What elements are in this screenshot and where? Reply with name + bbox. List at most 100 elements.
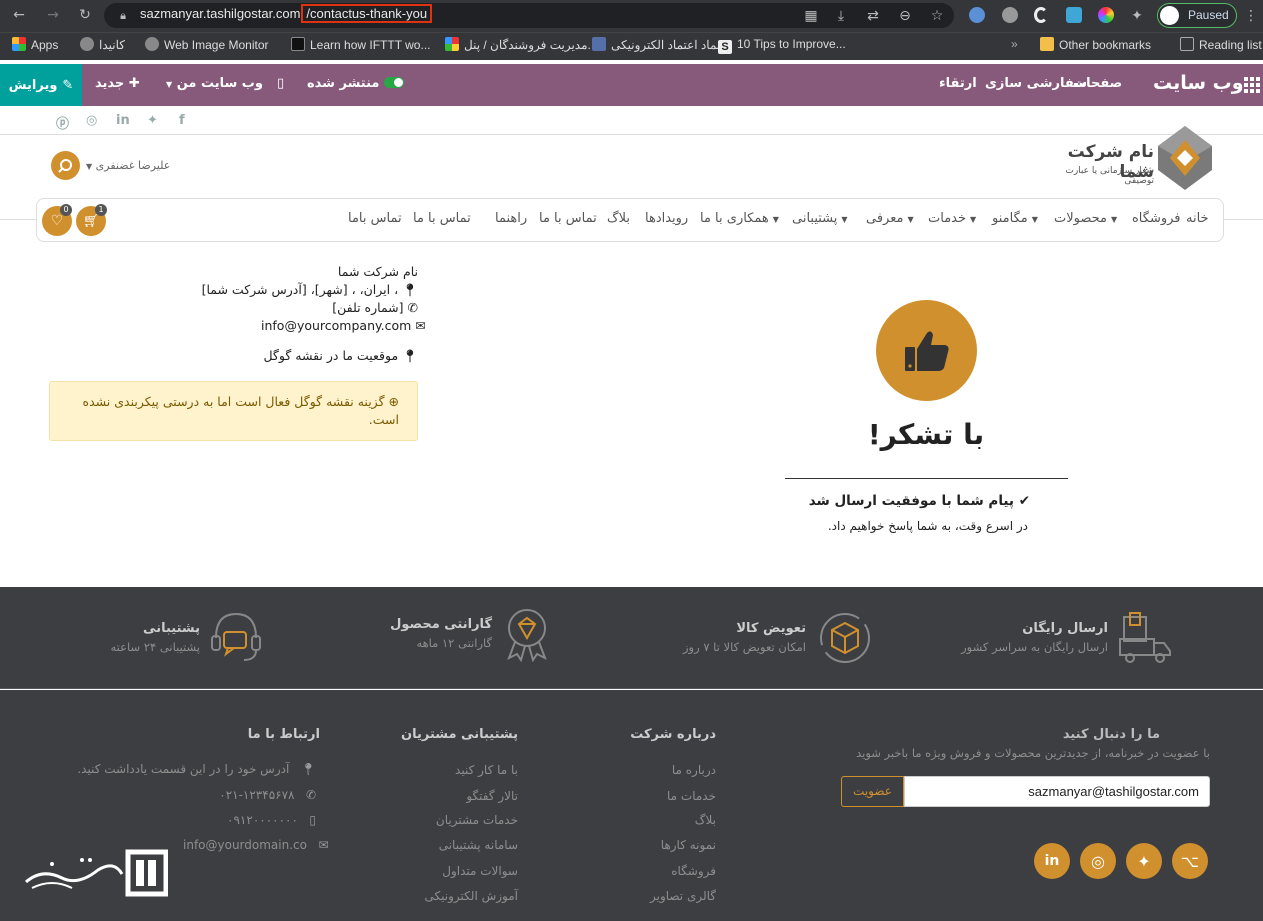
footer-link[interactable]: فروشگاه — [600, 864, 716, 878]
contact-map-link[interactable]: 📍︎ موقعیت ما در نقشه گوگل — [250, 348, 418, 364]
nav-events[interactable]: رویدادها — [645, 211, 688, 226]
nav-blog[interactable]: بلاگ — [607, 211, 630, 226]
bookmark-item[interactable]: Learn how IFTTT wo... — [291, 37, 431, 52]
nav-support[interactable]: پشتیبانی — [792, 211, 848, 226]
customize-menu[interactable]: سفارشی سازی — [985, 76, 1087, 91]
footer-link[interactable]: خدمات مشتریان — [400, 813, 518, 827]
contact-email[interactable]: info@yourcompany.com ✉ — [261, 318, 426, 333]
footer-link[interactable]: درباره ما — [600, 763, 716, 777]
star-icon[interactable]: ☆ — [928, 6, 946, 26]
apps-grid-icon[interactable] — [1244, 77, 1260, 93]
extension-icon[interactable] — [1034, 7, 1048, 23]
footer-link[interactable]: سامانه پشتیبانی — [400, 838, 518, 852]
nav-contact[interactable]: تماس با ما — [539, 211, 597, 226]
bookmark-label: کانیدا — [99, 38, 125, 52]
extension-icon[interactable] — [969, 7, 985, 23]
translate-icon[interactable]: ⇄ — [864, 6, 882, 26]
newsletter-email-input[interactable] — [904, 776, 1210, 807]
subscribe-button[interactable]: عضویت — [841, 776, 904, 807]
company-logo[interactable] — [1158, 126, 1212, 193]
footer-link[interactable]: نمونه کارها — [600, 838, 716, 852]
avatar — [1160, 6, 1179, 25]
pinterest-icon[interactable]: ⓟ — [56, 113, 69, 132]
url-text[interactable]: sazmanyar.tashilgostar.com/contactus-tha… — [140, 4, 433, 23]
published-toggle[interactable]: منتشر شده — [307, 76, 405, 91]
my-site-dropdown[interactable]: ▼ وب سایت من — [166, 76, 263, 91]
bookmark-item[interactable]: مدیریت فروشندگان / پنل... — [445, 37, 598, 52]
newsletter-sub: با عضویت در خبرنامه، از جدیدترین محصولات… — [856, 746, 1210, 760]
extension-icon[interactable] — [1002, 7, 1018, 23]
reply-note: در اسرع وقت، به شما پاسخ خواهیم داد. — [827, 519, 1028, 533]
instagram-icon[interactable]: ◎ — [1080, 843, 1116, 879]
cart-badge: 1 — [95, 204, 107, 216]
new-label: جدید — [95, 76, 125, 91]
twitter-icon[interactable]: ✦ — [1126, 843, 1162, 879]
nav-about[interactable]: معرفی — [866, 211, 914, 226]
footer-features — [0, 587, 1263, 689]
feature-sub: امکان تعویض کالا تا ۷ روز — [682, 640, 806, 654]
footer-link[interactable]: گالری تصاویر — [600, 889, 716, 903]
footer-link[interactable]: خدمات ما — [600, 789, 716, 803]
nav-products[interactable]: محصولات — [1054, 211, 1117, 226]
bookmark-label: 10 Tips to Improve... — [737, 37, 846, 51]
bookmark-item[interactable]: Web Image Monitor — [145, 37, 269, 52]
footer-link[interactable]: با ما کار کنید — [400, 763, 518, 777]
social-bar — [0, 106, 1263, 135]
nav-shop[interactable]: فروشگاه — [1132, 211, 1181, 226]
footer-link[interactable]: بلاگ — [600, 813, 716, 827]
bookmark-item[interactable]: نماد اعتماد الکترونیکی — [592, 37, 720, 52]
footer-email[interactable]: info@yourdomain.co ✉ — [183, 838, 329, 852]
profile-button[interactable]: Paused — [1157, 3, 1237, 28]
github-icon[interactable]: ⌥ — [1172, 843, 1208, 879]
nav-home[interactable]: خانه — [1186, 211, 1209, 226]
nav-contact-2[interactable]: تماس با ما — [413, 211, 471, 226]
nav-contact-3[interactable]: تماس باما — [348, 211, 402, 226]
bookmark-folder[interactable]: Other bookmarks — [1040, 37, 1151, 52]
contact-title: ارتباط با ما — [247, 727, 320, 742]
nav-label: مگامنو — [992, 211, 1028, 226]
reload-icon[interactable]: ↻ — [74, 5, 96, 25]
footer-link[interactable]: تالار گفتگو — [400, 789, 518, 803]
bookmark-item[interactable]: S 10 Tips to Improve... — [718, 37, 846, 54]
pages-menu[interactable]: صفحات — [1073, 76, 1122, 91]
folder-icon — [1040, 37, 1054, 51]
linkedin-icon[interactable]: in — [1034, 843, 1070, 879]
nav-services[interactable]: خدمات — [928, 211, 976, 226]
nav-guide[interactable]: راهنما — [495, 211, 527, 226]
bookmark-apps[interactable]: Apps — [12, 37, 58, 52]
qr-icon[interactable]: ▦ — [802, 6, 820, 26]
menu-icon[interactable]: ⋮ — [1244, 6, 1258, 26]
medal-icon — [505, 608, 549, 665]
nav-megamenu[interactable]: مگامنو — [992, 211, 1038, 226]
google-map-alert: ⊕ گزینه نقشه گوگل فعال است اما به درستی … — [49, 381, 418, 441]
nav-cooperation[interactable]: همکاری با ما — [700, 211, 779, 226]
user-menu[interactable]: علیرضا غضنفری ▼ — [86, 159, 170, 172]
search-icon[interactable] — [51, 151, 80, 180]
linkedin-icon[interactable]: in — [116, 113, 130, 128]
headset-icon — [210, 610, 262, 667]
more-bookmarks-icon[interactable]: » — [1011, 37, 1018, 51]
instagram-icon[interactable]: ◎ — [86, 113, 97, 128]
website-title[interactable]: وب سایت — [1153, 72, 1244, 94]
back-icon[interactable]: ← — [8, 5, 30, 25]
facebook-icon[interactable]: f — [179, 113, 185, 128]
footer-link[interactable]: آموزش الکترونیکی — [400, 889, 518, 903]
map-marker-icon: 📍︎ — [402, 348, 418, 363]
twitter-icon[interactable]: ✦ — [147, 113, 158, 128]
extension-icon[interactable] — [1066, 7, 1082, 23]
reading-list[interactable]: Reading list — [1180, 37, 1262, 52]
forward-icon[interactable]: → — [42, 5, 64, 25]
install-icon[interactable]: ⤓ — [832, 6, 850, 26]
new-button[interactable]: جدید ✚ — [95, 76, 140, 91]
color-picker-icon[interactable] — [1098, 7, 1114, 23]
delivery-truck-icon — [1118, 611, 1172, 666]
puzzle-icon[interactable]: ✦ — [1128, 6, 1146, 26]
footer-link[interactable]: سوالات متداول — [400, 864, 518, 878]
bookmark-label: Reading list — [1199, 38, 1262, 52]
upgrade-menu[interactable]: ارتقاء — [939, 76, 977, 91]
bookmark-item[interactable]: کانیدا — [80, 37, 125, 52]
url-host: sazmanyar.tashilgostar.com — [140, 6, 301, 21]
edit-button[interactable]: ویرایش ✎ — [0, 64, 82, 106]
zoom-icon[interactable]: ⊖ — [896, 6, 914, 26]
mobile-preview-icon[interactable]: ▯ — [277, 76, 284, 91]
